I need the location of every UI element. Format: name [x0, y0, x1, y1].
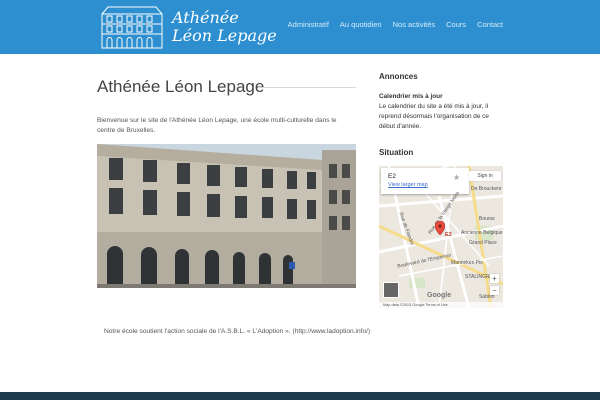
- nav-item-contact[interactable]: Contact: [477, 20, 503, 29]
- street-view-icon[interactable]: [383, 282, 399, 298]
- building-logo-icon: [101, 6, 163, 49]
- annonces-heading: Annonces: [379, 72, 418, 81]
- intro-text: Bienvenue sur le site de l'Athénée Léon …: [97, 117, 337, 134]
- map-label: Grand Place: [469, 240, 497, 246]
- map-zoom-out-button[interactable]: −: [490, 286, 499, 295]
- main-nav: Administratif Au quotidien Nos activités…: [288, 20, 503, 29]
- title-divider: [258, 87, 356, 88]
- nav-item-cours[interactable]: Cours: [446, 20, 466, 29]
- nav-item-nos-activites[interactable]: Nos activités: [393, 20, 436, 29]
- map-label: Bourse: [479, 216, 495, 222]
- site-logo[interactable]: Athénée Léon Lepage: [98, 4, 277, 50]
- nav-item-administratif[interactable]: Administratif: [288, 20, 329, 29]
- view-larger-map-link[interactable]: View larger map: [388, 182, 428, 188]
- news-title[interactable]: Calendrier mis à jour: [379, 93, 443, 100]
- page-title: Athénée Léon Lepage: [97, 77, 265, 96]
- site-footer: [0, 392, 600, 400]
- nav-item-au-quotidien[interactable]: Au quotidien: [340, 20, 382, 29]
- photo-caption: Notre école soutient l'action sociale de…: [104, 328, 371, 335]
- site-header: Athénée Léon Lepage Administratif Au quo…: [0, 0, 600, 54]
- logo-title-line2: Léon Lepage: [172, 26, 277, 45]
- map-sign-in-button[interactable]: Sign in: [469, 171, 501, 181]
- location-map[interactable]: E2 View larger map ★ Sign in De Broucker…: [379, 166, 503, 308]
- google-logo: Google: [427, 292, 452, 299]
- map-attribution[interactable]: Map data ©2015 Google Terms of Use: [379, 302, 503, 308]
- map-marker-label: E2: [445, 232, 452, 238]
- map-label: Manneken Pis: [451, 260, 483, 266]
- map-pin-icon[interactable]: [435, 221, 445, 235]
- school-building-photo: [97, 144, 356, 288]
- logo-title-line1: Athénée: [172, 8, 239, 27]
- news-body: Le calendrier du site a été mis à jour, …: [379, 103, 489, 130]
- star-icon[interactable]: ★: [453, 173, 460, 182]
- map-card-title: E2: [388, 173, 396, 180]
- situation-heading: Situation: [379, 148, 414, 157]
- map-label: De Brouckere: [471, 186, 502, 192]
- map-label: Ancienne Belgique: [461, 230, 503, 236]
- map-zoom-in-button[interactable]: +: [490, 274, 499, 283]
